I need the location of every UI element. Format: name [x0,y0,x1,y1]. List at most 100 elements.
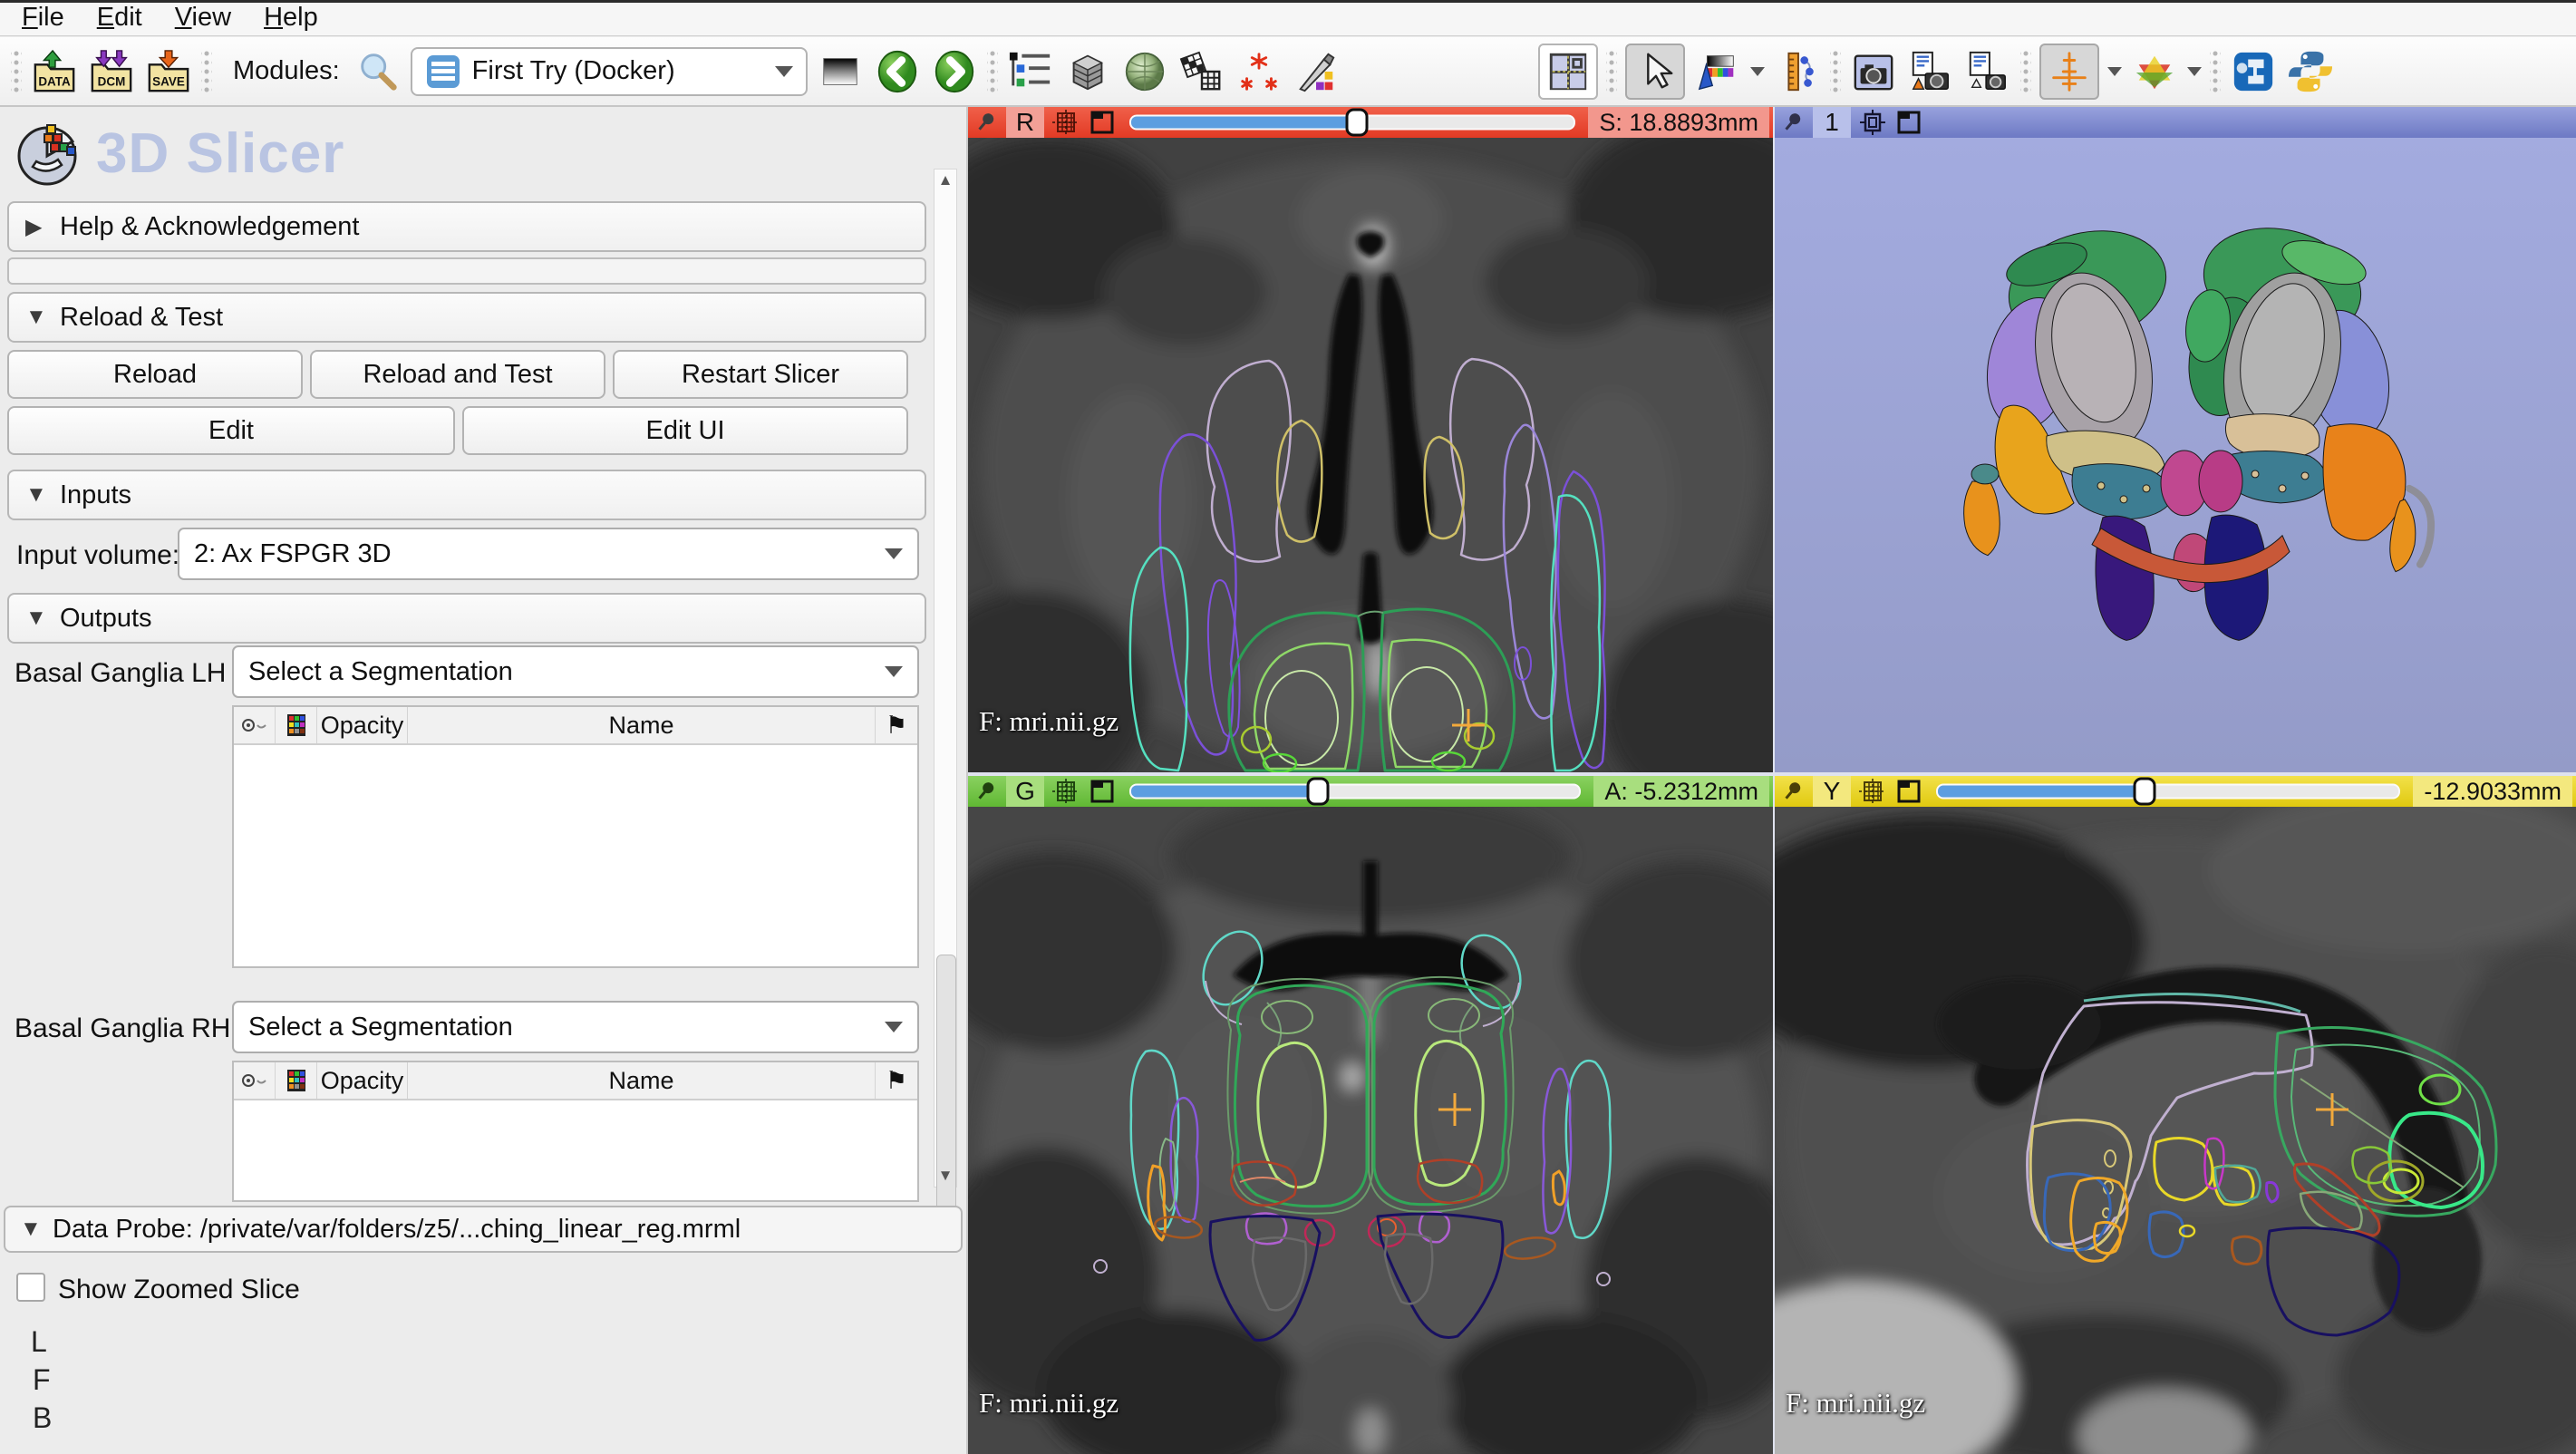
slice-visibility-icon[interactable] [1051,778,1080,805]
annotations-icon[interactable] [1292,47,1341,96]
menu-edit[interactable]: Edit [97,3,142,33]
panel-scrollbar[interactable]: ▲ ▼ [934,169,957,1187]
name-column-header[interactable]: Name [408,1062,876,1099]
green-slice-view[interactable]: F: mri.nii.gz [968,807,1773,1454]
extension-manager-icon[interactable] [2229,47,2278,96]
module-selector[interactable]: First Try (Docker) [411,47,808,96]
red-slice-slider[interactable] [1124,107,1581,138]
screenshot-icon[interactable] [1849,47,1898,96]
module-history-back-icon[interactable] [873,47,922,96]
crosshair-dropdown-icon[interactable] [2107,67,2122,76]
colors-dropdown-icon[interactable] [1750,67,1765,76]
view-menu-icon[interactable] [1088,778,1117,805]
inputs-section[interactable]: ▼ Inputs [7,470,926,520]
transforms-icon[interactable] [1177,47,1226,96]
color-column-icon[interactable] [276,1062,317,1099]
collapsed-section-body [7,257,926,285]
menu-file[interactable]: File [22,3,64,33]
load-data-icon[interactable]: DATA [30,47,79,96]
crosshair-button[interactable] [2039,44,2099,100]
toolbar-drag-handle[interactable] [201,51,212,92]
scroll-up-icon[interactable]: ▲ [935,170,956,191]
toolbar-drag-handle[interactable] [1830,51,1841,92]
foreground-volume-label: F: mri.nii.gz [979,705,1119,738]
outputs-section[interactable]: ▼ Outputs [7,593,926,644]
toolbar-drag-handle[interactable] [1606,51,1617,92]
threed-view[interactable] [1775,138,2576,772]
ruler-icon[interactable] [1773,47,1822,96]
yellow-slice-slider[interactable] [1931,776,2406,807]
import-dicom-icon[interactable]: DCM [87,47,136,96]
help-acknowledgement-section[interactable]: ▶ Help & Acknowledgement [7,201,926,252]
slice-intersections-dropdown-icon[interactable] [2187,67,2202,76]
volumes-icon[interactable] [1063,47,1112,96]
view-menu-icon[interactable] [1894,109,1923,136]
green-slider-thumb[interactable] [1307,778,1330,806]
center-view-icon[interactable] [1858,109,1887,136]
basal-ganglia-lh-selector[interactable]: Select a Segmentation [232,645,919,698]
module-history-forward-icon[interactable] [930,47,979,96]
yellow-view-label[interactable]: Y [1813,776,1851,807]
slice-visibility-icon[interactable] [1858,778,1887,805]
reload-and-test-button[interactable]: Reload and Test [310,350,605,399]
svg-text:DATA: DATA [38,74,71,88]
slice-intersections-icon[interactable] [2130,47,2179,96]
edit-ui-button[interactable]: Edit UI [462,406,908,455]
color-column-icon[interactable] [276,707,317,743]
visibility-column-icon[interactable] [234,707,276,743]
module-search-icon[interactable] [353,47,402,96]
show-zoomed-slice-checkbox[interactable] [16,1273,45,1302]
yellow-slice-view[interactable]: F: mri.nii.gz [1775,807,2576,1454]
scene-view-restore-icon[interactable] [1963,47,2012,96]
red-view-label[interactable]: R [1006,107,1044,138]
view-menu-icon[interactable] [1894,778,1923,805]
toolbar-drag-handle[interactable] [11,51,22,92]
markups-icon[interactable] [1235,47,1283,96]
save-data-icon[interactable]: SAVE [144,47,193,96]
red-slice-view[interactable]: F: mri.nii.gz [968,138,1773,772]
reload-test-section[interactable]: ▼ Reload & Test [7,292,926,343]
edit-button[interactable]: Edit [7,406,455,455]
basal-ganglia-rh-selector[interactable]: Select a Segmentation [232,1001,919,1053]
rh-segment-table[interactable]: Opacity Name ⚑ [232,1061,919,1202]
view-menu-icon[interactable] [1088,109,1117,136]
data-probe-section[interactable]: ▼ Data Probe: /private/var/folders/z5/..… [4,1206,963,1253]
opacity-column-header[interactable]: Opacity [317,1062,408,1099]
red-slider-thumb[interactable] [1346,109,1369,137]
subject-hierarchy-icon[interactable] [1006,47,1055,96]
pin-icon[interactable] [972,780,999,803]
scrollbar-thumb[interactable] [936,955,956,1237]
threed-view-label[interactable]: 1 [1813,107,1851,138]
rh-selector-value: Select a Segmentation [248,1013,885,1042]
colors-icon[interactable] [1693,47,1742,96]
pin-icon[interactable] [1778,780,1806,803]
module-selected-label: First Try (Docker) [472,56,764,86]
toolbar-drag-handle[interactable] [987,51,998,92]
python-console-icon[interactable] [2286,47,2335,96]
layout-selector-button[interactable] [1538,44,1598,100]
models-icon[interactable] [1120,47,1169,96]
menu-help[interactable]: Help [264,3,318,33]
yellow-slider-thumb[interactable] [2133,778,2155,806]
name-column-header[interactable]: Name [408,707,876,743]
toolbar-drag-handle[interactable] [2020,51,2031,92]
scene-view-camera-icon[interactable] [1906,47,1955,96]
restart-slicer-button[interactable]: Restart Slicer [613,350,908,399]
opacity-column-header[interactable]: Opacity [317,707,408,743]
lh-segment-table[interactable]: Opacity Name ⚑ [232,705,919,968]
menu-view[interactable]: View [175,3,231,33]
green-view-label[interactable]: G [1006,776,1044,807]
flag-column-icon[interactable]: ⚑ [876,707,917,743]
pin-icon[interactable] [972,111,999,134]
slice-visibility-icon[interactable] [1051,109,1080,136]
mouse-mode-button[interactable] [1625,44,1685,100]
green-slice-slider[interactable] [1124,776,1586,807]
reload-button[interactable]: Reload [7,350,303,399]
pin-icon[interactable] [1778,111,1806,134]
scroll-down-icon[interactable]: ▼ [935,1165,956,1187]
flag-column-icon[interactable]: ⚑ [876,1062,917,1099]
visibility-column-icon[interactable] [234,1062,276,1099]
window-level-icon[interactable] [816,47,865,96]
toolbar-drag-handle[interactable] [2210,51,2221,92]
input-volume-selector[interactable]: 2: Ax FSPGR 3D [178,528,919,580]
